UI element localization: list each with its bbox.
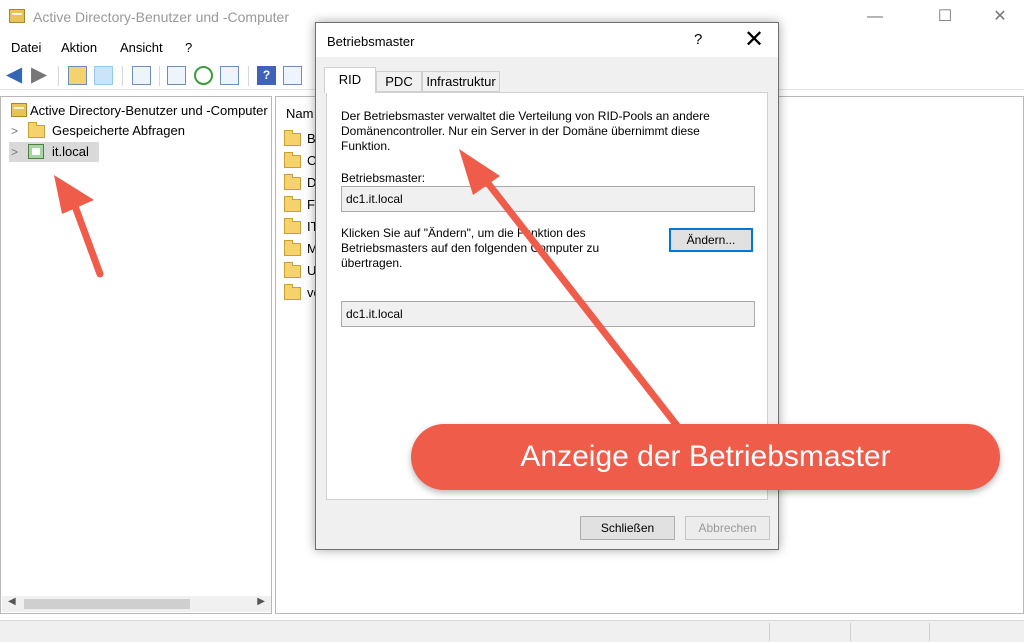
close-window-button[interactable]: ✕	[977, 4, 1023, 30]
dialog-title-bar: Betriebsmaster ? ✕	[316, 23, 778, 57]
status-bar-section	[929, 623, 930, 641]
status-bar	[0, 620, 1024, 642]
close-dialog-button[interactable]: Schließen	[580, 516, 675, 540]
folder-icon	[28, 122, 45, 138]
help-icon[interactable]: ?	[257, 66, 276, 85]
toolbar-separator	[159, 66, 160, 86]
view-icon[interactable]	[283, 66, 302, 85]
folder-icon	[284, 174, 301, 190]
toolbar-separator	[248, 66, 249, 86]
cancel-button[interactable]: Abbrechen	[685, 516, 770, 540]
dialog-title: Betriebsmaster	[327, 34, 415, 49]
menu-view[interactable]: Ansicht	[120, 40, 163, 55]
clipboard-icon[interactable]	[132, 66, 151, 85]
tree-item-label: Gespeicherte Abfragen	[52, 123, 185, 138]
main-window-title: Active Directory-Benutzer und -Computer	[33, 9, 289, 25]
target-computer-field[interactable]: dc1.it.local	[341, 301, 755, 327]
chevron-right-icon[interactable]: >	[11, 145, 18, 159]
status-bar-section	[769, 623, 770, 641]
menu-action[interactable]: Aktion	[61, 40, 97, 55]
folder-icon	[284, 152, 301, 168]
column-header-name[interactable]: Nam	[286, 106, 313, 121]
properties-icon[interactable]	[167, 66, 186, 85]
domain-icon	[28, 144, 44, 159]
tab-infrastructure[interactable]: Infrastruktur	[422, 71, 500, 92]
up-folder-icon[interactable]	[68, 66, 87, 85]
console-tree-icon[interactable]	[94, 66, 113, 85]
toolbar-separator	[58, 66, 59, 86]
toolbar-separator	[122, 66, 123, 86]
tree-root-label: Active Directory-Benutzer und -Computer	[30, 103, 268, 118]
dialog-close-button[interactable]: ✕	[735, 25, 773, 55]
scroll-right-icon[interactable]: ▶	[257, 596, 265, 607]
chevron-right-icon[interactable]: >	[11, 124, 18, 138]
maximize-button[interactable]: ☐	[922, 4, 968, 30]
folder-icon	[284, 218, 301, 234]
tree-item-label: it.local	[52, 144, 89, 159]
change-hint-text: Klicken Sie auf "Ändern", um die Funktio…	[341, 226, 600, 270]
forward-arrow-icon[interactable]: ▶	[31, 64, 47, 86]
scrollbar-thumb[interactable]	[24, 599, 190, 609]
minimize-button[interactable]: —	[852, 4, 898, 30]
refresh-icon[interactable]	[194, 66, 213, 85]
folder-icon	[284, 130, 301, 146]
dialog-help-button[interactable]: ?	[694, 31, 702, 48]
rid-description: Der Betriebsmaster verwaltet die Verteil…	[341, 109, 710, 153]
folder-icon	[284, 284, 301, 300]
folder-icon	[284, 196, 301, 212]
operations-master-label: Betriebsmaster:	[341, 171, 426, 185]
menu-file[interactable]: Datei	[11, 40, 41, 55]
menu-help[interactable]: ?	[185, 40, 192, 55]
tab-pdc[interactable]: PDC	[376, 71, 422, 92]
operations-master-field[interactable]: dc1.it.local	[341, 186, 755, 212]
tab-rid[interactable]: RID	[324, 67, 376, 93]
folder-icon	[284, 240, 301, 256]
tree-item-it-local[interactable]: > it.local	[9, 142, 99, 162]
active-directory-app-icon	[9, 9, 25, 23]
change-button[interactable]: Ändern...	[669, 228, 753, 252]
horizontal-scrollbar[interactable]: ◀ ▶	[2, 596, 271, 612]
console-tree-pane[interactable]: Active Directory-Benutzer und -Computer …	[0, 96, 272, 614]
active-directory-root-icon	[11, 103, 27, 117]
folder-icon	[284, 262, 301, 278]
annotation-callout: Anzeige der Betriebsmaster	[411, 424, 1000, 490]
back-arrow-icon[interactable]: ◀	[6, 64, 22, 86]
status-bar-section	[850, 623, 851, 641]
export-icon[interactable]	[220, 66, 239, 85]
scroll-left-icon[interactable]: ◀	[8, 596, 16, 607]
